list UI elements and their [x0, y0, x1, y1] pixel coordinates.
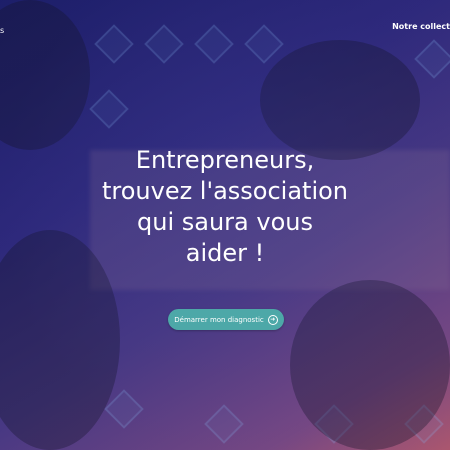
nav-link-collectif[interactable]: Notre collect	[392, 22, 450, 31]
start-diagnostic-label: Démarrer mon diagnostic	[174, 315, 264, 324]
hero-headline: Entrepreneurs, trouvez l'association qui…	[0, 145, 450, 269]
headline-line: qui saura vous	[137, 208, 313, 236]
arrow-right-circle-icon: ➜	[267, 314, 278, 325]
headline-line: aider !	[185, 239, 265, 267]
headline-line: trouvez l'association	[101, 177, 349, 205]
start-diagnostic-button[interactable]: Démarrer mon diagnostic ➜	[168, 309, 284, 330]
headline-line: Entrepreneurs,	[135, 146, 315, 174]
nav-logo-fragment[interactable]: s	[0, 26, 4, 35]
